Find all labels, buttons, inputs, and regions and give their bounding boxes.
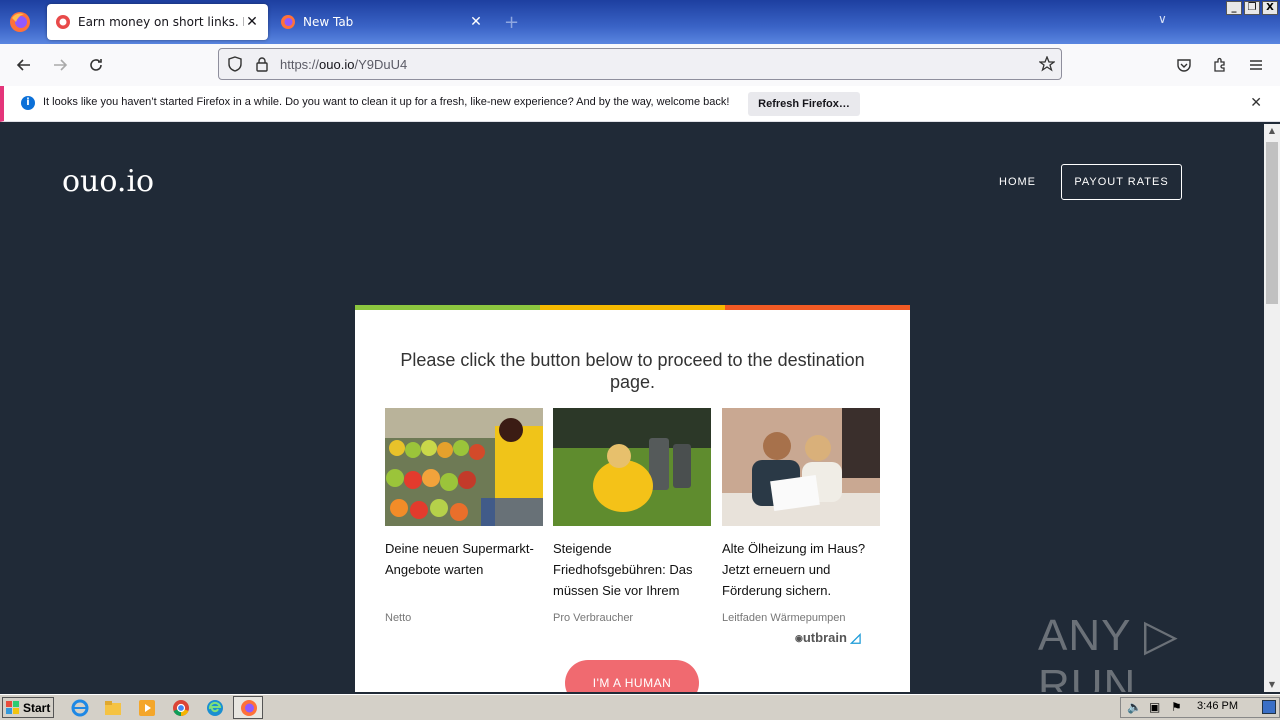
start-button[interactable]: Start [2, 697, 54, 718]
list-all-tabs-chevron-icon[interactable]: ∨ [1158, 12, 1167, 26]
url-text[interactable]: https://ouo.io/Y9DuU4 [280, 57, 407, 72]
scroll-thumb[interactable] [1266, 142, 1278, 304]
tab-ouo[interactable]: Earn money on short links. Make sh ✕ [47, 4, 268, 40]
tab-new-tab[interactable]: New Tab ✕ [272, 4, 492, 40]
edge-icon[interactable] [206, 699, 224, 717]
site-logo[interactable]: ouo.io [62, 164, 154, 199]
forward-arrow-icon[interactable] [47, 52, 73, 78]
reload-icon[interactable] [83, 52, 109, 78]
notification-text: It looks like you haven’t started Firefo… [43, 96, 730, 108]
flag-icon[interactable]: ⚑ [1171, 700, 1182, 714]
close-notification-icon[interactable]: ✕ [1250, 95, 1262, 111]
page-content: ouo.io HOME PAYOUT RATES Please click th… [0, 124, 1264, 692]
card-accent-bar [355, 305, 910, 310]
ad-headline[interactable]: Steigende Friedhofsgebühren: Das müssen … [553, 538, 711, 601]
chrome-icon[interactable] [172, 699, 190, 717]
ad-source: Pro Verbraucher [553, 612, 634, 624]
new-tab-plus-icon[interactable]: + [504, 12, 519, 33]
taskbar-clock[interactable]: 3:46 PM [1197, 700, 1238, 712]
internet-explorer-icon[interactable] [71, 699, 89, 717]
card-heading: Please click the button below to proceed… [400, 350, 865, 392]
ad-item[interactable]: Alte Ölheizung im Haus? Jetzt erneuern u… [722, 408, 880, 624]
windows-taskbar: Start 🔈 ▣ ⚑ 3:46 PM [0, 694, 1280, 720]
url-bar[interactable]: https://ouo.io/Y9DuU4 [218, 48, 1062, 80]
ouo-favicon-icon [56, 15, 70, 29]
ad-image-couple[interactable] [722, 408, 880, 526]
page-scrollbar[interactable]: ▲ ▼ [1264, 124, 1280, 692]
ad-headline[interactable]: Deine neuen Supermarkt-Angebote warten [385, 538, 543, 580]
outbrain-logo-glyph-icon: ◉ [795, 633, 803, 644]
media-player-icon[interactable] [138, 699, 156, 717]
tab-title: New Tab [303, 15, 354, 29]
windows-logo-icon [6, 700, 19, 714]
firefox-icon[interactable] [8, 10, 32, 34]
im-a-human-button[interactable]: I'M A HUMAN [565, 660, 699, 692]
bookmark-star-icon[interactable] [1039, 56, 1055, 72]
tab-title: Earn money on short links. Make sh [78, 15, 244, 29]
network-icon[interactable]: ▣ [1149, 700, 1160, 714]
nav-payout-rates-button[interactable]: PAYOUT RATES [1061, 164, 1182, 200]
pocket-icon[interactable] [1171, 52, 1197, 78]
refresh-firefox-button[interactable]: Refresh Firefox… [748, 92, 860, 116]
scroll-up-icon[interactable]: ▲ [1264, 124, 1280, 138]
anyrun-watermark: ANY ▷ RUN [1038, 611, 1179, 692]
tab-close-icon[interactable]: ✕ [468, 14, 484, 30]
hamburger-menu-icon[interactable] [1243, 52, 1269, 78]
nav-home-link[interactable]: HOME [999, 176, 1036, 188]
window-controls: _ ❐ X [1226, 1, 1278, 15]
proceed-card: Please click the button below to proceed… [355, 305, 910, 692]
firefox-taskbar-icon [241, 700, 257, 716]
close-window-button[interactable]: X [1262, 1, 1278, 15]
navigation-toolbar: https://ouo.io/Y9DuU4 [0, 44, 1280, 86]
ad-item[interactable]: Deine neuen Supermarkt-Angebote warten N… [385, 408, 543, 624]
taskbar-firefox-active[interactable] [233, 696, 263, 719]
ad-image-supermarket[interactable] [385, 408, 543, 526]
outbrain-logo[interactable]: ◉utbrain ◿ [795, 630, 861, 646]
scroll-down-icon[interactable]: ▼ [1264, 678, 1280, 692]
shield-icon[interactable] [227, 56, 243, 72]
back-arrow-icon[interactable] [11, 52, 37, 78]
info-icon: i [21, 96, 35, 110]
lock-icon[interactable] [255, 56, 269, 72]
ad-source: Netto [385, 612, 412, 624]
restore-button[interactable]: ❐ [1244, 1, 1260, 15]
file-explorer-icon[interactable] [104, 699, 122, 717]
adchoices-icon: ◿ [850, 630, 861, 645]
minimize-button[interactable]: _ [1226, 1, 1242, 15]
firefox-favicon-icon [281, 15, 295, 29]
notification-bar: i It looks like you haven’t started Fire… [0, 86, 1280, 122]
ad-source: Leitfaden Wärmepumpen [722, 612, 846, 624]
volume-icon[interactable]: 🔈 [1127, 700, 1142, 714]
show-desktop-icon[interactable] [1262, 700, 1276, 714]
ad-item[interactable]: Steigende Friedhofsgebühren: Das müssen … [553, 408, 711, 624]
ad-headline[interactable]: Alte Ölheizung im Haus? Jetzt erneuern u… [722, 538, 880, 601]
tab-close-icon[interactable]: ✕ [244, 14, 260, 30]
ad-image-cemetery[interactable] [553, 408, 711, 526]
tab-strip: Earn money on short links. Make sh ✕ New… [0, 0, 1280, 44]
extensions-puzzle-icon[interactable] [1207, 52, 1233, 78]
